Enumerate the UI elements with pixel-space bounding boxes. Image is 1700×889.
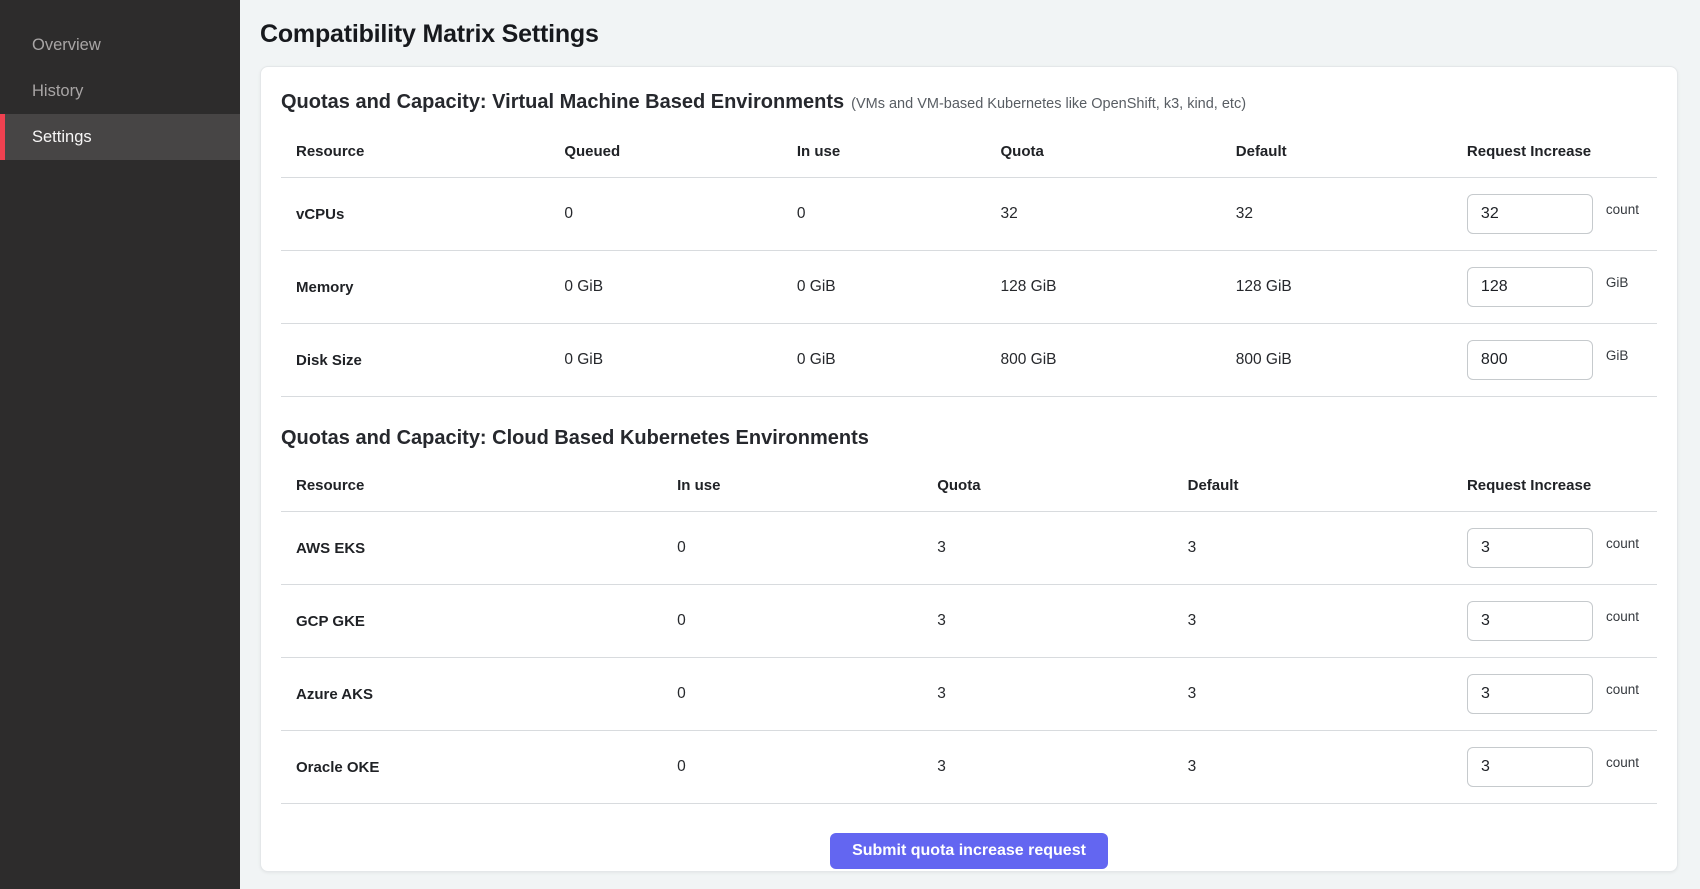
main-content: Compatibility Matrix Settings Quotas and…	[240, 0, 1700, 889]
k8s-col-quota: Quota	[922, 463, 1172, 512]
default-value: 800 GiB	[1221, 324, 1452, 397]
in-use-value: 0	[662, 585, 922, 658]
k8s-table-header-row: Resource In use Quota Default Request In…	[281, 463, 1657, 512]
quota-value: 3	[922, 658, 1172, 731]
default-value: 3	[1173, 731, 1452, 804]
quota-value: 3	[922, 512, 1172, 585]
k8s-col-default: Default	[1173, 463, 1452, 512]
submit-quota-increase-button[interactable]: Submit quota increase request	[830, 833, 1108, 869]
sidebar-nav: Overview History Settings	[0, 0, 240, 160]
queued-value: 0 GiB	[549, 324, 782, 397]
quota-value: 3	[922, 731, 1172, 804]
quota-value: 3	[922, 585, 1172, 658]
table-row-azure-aks: Azure AKS 0 3 3 count	[281, 658, 1657, 731]
unit-label: count	[1606, 755, 1639, 770]
k8s-section-title-text: Quotas and Capacity: Cloud Based Kuberne…	[281, 427, 869, 449]
unit-label: count	[1606, 536, 1639, 551]
request-increase-cell: count	[1467, 194, 1647, 234]
resource-label: Disk Size	[281, 324, 549, 397]
queued-value: 0	[549, 178, 782, 251]
k8s-col-in-use: In use	[662, 463, 922, 512]
vm-section-subtitle: (VMs and VM-based Kubernetes like OpenSh…	[851, 96, 1246, 112]
sidebar-item-history[interactable]: History	[0, 68, 240, 114]
sidebar-item-settings[interactable]: Settings	[0, 114, 240, 160]
vm-section-title: Quotas and Capacity: Virtual Machine Bas…	[281, 89, 1657, 117]
in-use-value: 0	[782, 178, 986, 251]
resource-label: vCPUs	[281, 178, 549, 251]
unit-label: count	[1606, 202, 1639, 217]
default-value: 3	[1173, 658, 1452, 731]
in-use-value: 0	[662, 731, 922, 804]
table-row-gcp-gke: GCP GKE 0 3 3 count	[281, 585, 1657, 658]
resource-label: Oracle OKE	[281, 731, 662, 804]
resource-label: Azure AKS	[281, 658, 662, 731]
sidebar: Overview History Settings	[0, 0, 240, 889]
quota-input-memory[interactable]	[1467, 267, 1593, 307]
quota-input-vcpus[interactable]	[1467, 194, 1593, 234]
unit-label: GiB	[1606, 275, 1629, 290]
vm-section-title-text: Quotas and Capacity: Virtual Machine Bas…	[281, 91, 844, 113]
quota-input-disk-size[interactable]	[1467, 340, 1593, 380]
request-increase-cell: count	[1467, 674, 1647, 714]
vm-col-quota: Quota	[985, 129, 1220, 178]
request-increase-cell: count	[1467, 528, 1647, 568]
request-increase-cell: GiB	[1467, 267, 1647, 307]
app-window: Overview History Settings Compatibility …	[0, 0, 1700, 889]
quota-input-oracle-oke[interactable]	[1467, 747, 1593, 787]
vm-col-queued: Queued	[549, 129, 782, 178]
queued-value: 0 GiB	[549, 251, 782, 324]
resource-label: AWS EKS	[281, 512, 662, 585]
table-row-vcpus: vCPUs 0 0 32 32 count	[281, 178, 1657, 251]
default-value: 3	[1173, 512, 1452, 585]
unit-label: count	[1606, 609, 1639, 624]
table-row-disk-size: Disk Size 0 GiB 0 GiB 800 GiB 800 GiB Gi…	[281, 324, 1657, 397]
quota-value: 800 GiB	[985, 324, 1220, 397]
resource-label: Memory	[281, 251, 549, 324]
table-row-aws-eks: AWS EKS 0 3 3 count	[281, 512, 1657, 585]
in-use-value: 0	[662, 658, 922, 731]
resource-label: GCP GKE	[281, 585, 662, 658]
in-use-value: 0 GiB	[782, 324, 986, 397]
table-row-oracle-oke: Oracle OKE 0 3 3 count	[281, 731, 1657, 804]
card-actions: Submit quota increase request	[281, 833, 1657, 869]
vm-col-request-increase: Request Increase	[1452, 129, 1657, 178]
quota-input-aws-eks[interactable]	[1467, 528, 1593, 568]
request-increase-cell: GiB	[1467, 340, 1647, 380]
k8s-col-resource: Resource	[281, 463, 662, 512]
k8s-section-title: Quotas and Capacity: Cloud Based Kuberne…	[281, 425, 1657, 451]
sidebar-item-overview[interactable]: Overview	[0, 22, 240, 68]
table-row-memory: Memory 0 GiB 0 GiB 128 GiB 128 GiB GiB	[281, 251, 1657, 324]
quotas-card: Quotas and Capacity: Virtual Machine Bas…	[260, 66, 1678, 872]
in-use-value: 0	[662, 512, 922, 585]
default-value: 3	[1173, 585, 1452, 658]
default-value: 128 GiB	[1221, 251, 1452, 324]
k8s-quota-table: Resource In use Quota Default Request In…	[281, 463, 1657, 804]
in-use-value: 0 GiB	[782, 251, 986, 324]
vm-quota-table: Resource Queued In use Quota Default Req…	[281, 129, 1657, 397]
unit-label: GiB	[1606, 348, 1629, 363]
unit-label: count	[1606, 682, 1639, 697]
page-title: Compatibility Matrix Settings	[260, 20, 1678, 49]
quota-input-azure-aks[interactable]	[1467, 674, 1593, 714]
k8s-col-request-increase: Request Increase	[1452, 463, 1657, 512]
vm-col-default: Default	[1221, 129, 1452, 178]
quota-value: 32	[985, 178, 1220, 251]
quota-value: 128 GiB	[985, 251, 1220, 324]
request-increase-cell: count	[1467, 601, 1647, 641]
vm-col-in-use: In use	[782, 129, 986, 178]
quota-input-gcp-gke[interactable]	[1467, 601, 1593, 641]
vm-col-resource: Resource	[281, 129, 549, 178]
vm-table-header-row: Resource Queued In use Quota Default Req…	[281, 129, 1657, 178]
default-value: 32	[1221, 178, 1452, 251]
request-increase-cell: count	[1467, 747, 1647, 787]
